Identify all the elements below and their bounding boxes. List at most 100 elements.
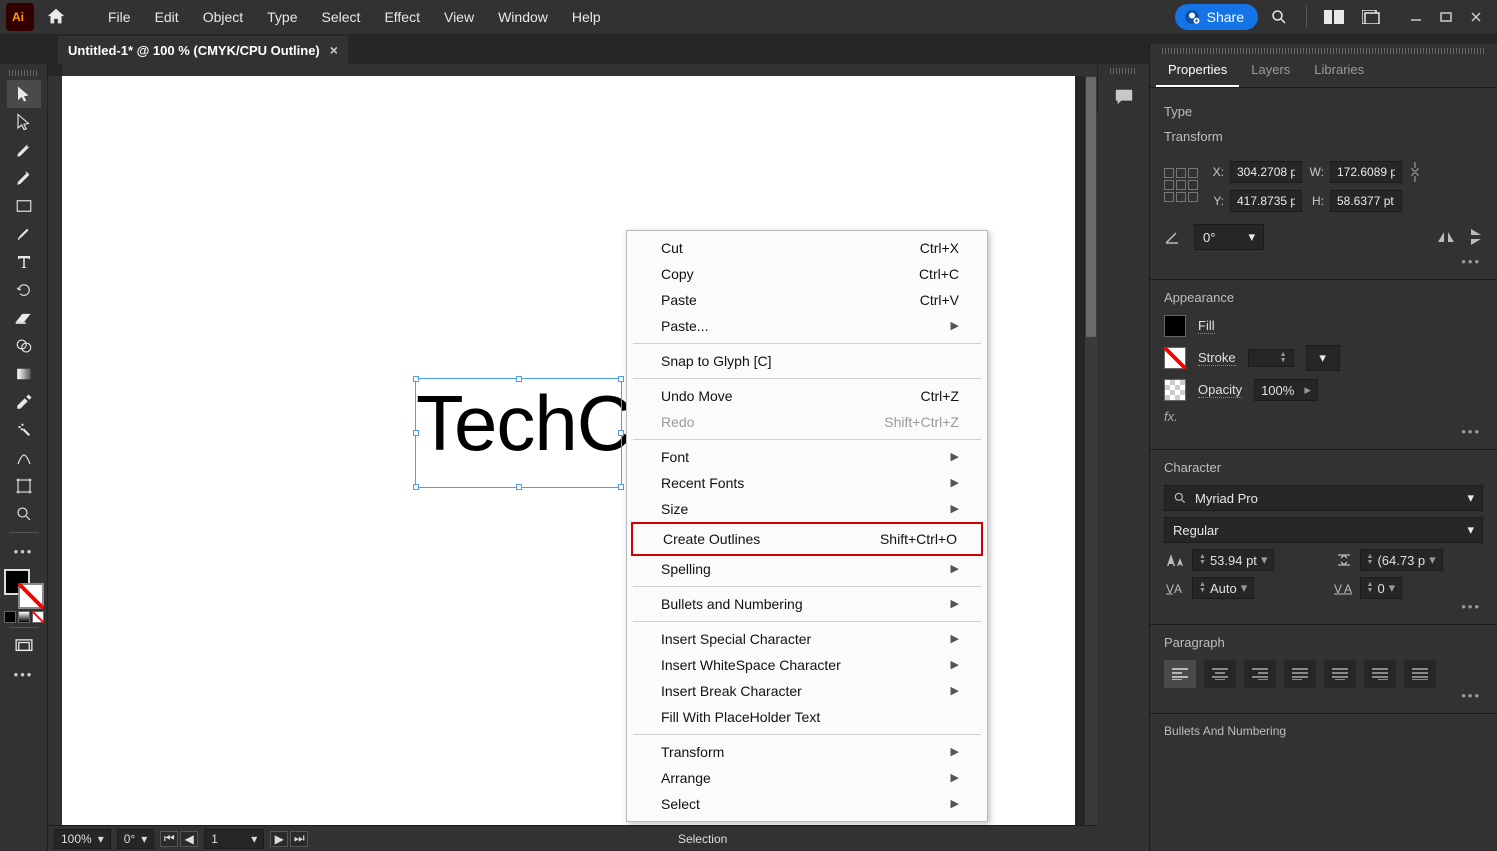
stroke-weight[interactable]: ▲▼ (1248, 349, 1294, 367)
color-mode-gradient[interactable] (18, 611, 30, 623)
menu-type[interactable]: Type (257, 3, 307, 31)
workspace-switcher[interactable] (1355, 2, 1389, 32)
next-artboard[interactable]: ▶ (270, 831, 288, 847)
ctx-arrange[interactable]: Arrange▶ (627, 765, 987, 791)
vertical-scrollbar[interactable] (1085, 76, 1097, 825)
rotate-dropdown[interactable]: 0°▾ (1194, 224, 1264, 250)
window-maximize[interactable] (1431, 7, 1461, 27)
character-flyout[interactable]: ••• (1164, 599, 1483, 614)
prev-artboard[interactable]: ◀ (180, 831, 198, 847)
artboard-tool[interactable] (7, 472, 41, 500)
fill-color-swatch[interactable] (1164, 315, 1186, 337)
align-right[interactable] (1244, 660, 1276, 688)
paintbrush-tool[interactable] (7, 220, 41, 248)
rectangle-tool[interactable] (7, 192, 41, 220)
link-wh-icon[interactable] (1408, 158, 1422, 186)
align-center[interactable] (1204, 660, 1236, 688)
ctx-snap-to-glyph[interactable]: Snap to Glyph [C] (627, 348, 987, 374)
reference-point-grid[interactable] (1164, 168, 1198, 202)
font-style-dropdown[interactable]: Regular▾ (1164, 517, 1483, 543)
h-input[interactable] (1330, 190, 1402, 212)
eyedropper-tool[interactable] (7, 388, 41, 416)
flip-vertical-icon[interactable] (1469, 228, 1483, 246)
tab-libraries[interactable]: Libraries (1302, 54, 1376, 87)
ctx-transform[interactable]: Transform▶ (627, 739, 987, 765)
menu-view[interactable]: View (434, 3, 484, 31)
justify-center[interactable] (1324, 660, 1356, 688)
ctx-bullets-numbering[interactable]: Bullets and Numbering▶ (627, 591, 987, 617)
menu-help[interactable]: Help (562, 3, 611, 31)
y-input[interactable] (1230, 190, 1302, 212)
menu-select[interactable]: Select (312, 3, 371, 31)
close-tab-icon[interactable]: × (330, 42, 338, 58)
arrange-documents-button[interactable] (1317, 2, 1351, 32)
zoom-tool[interactable] (7, 500, 41, 528)
menu-effect[interactable]: Effect (374, 3, 430, 31)
opacity-input[interactable]: 100%▸ (1254, 379, 1318, 401)
fill-stroke-swatch[interactable] (4, 569, 44, 609)
first-artboard[interactable]: ⏮ (160, 831, 178, 847)
stroke-profile[interactable]: ▾ (1306, 345, 1340, 371)
symbol-sprayer-tool[interactable] (7, 416, 41, 444)
paragraph-flyout[interactable]: ••• (1164, 688, 1483, 703)
font-size-input[interactable]: ▲▼53.94 pt▾ (1192, 549, 1274, 571)
appearance-flyout[interactable]: ••• (1164, 424, 1483, 439)
ctx-spelling[interactable]: Spelling▶ (627, 556, 987, 582)
vertical-ruler[interactable] (48, 76, 62, 825)
ctx-paste[interactable]: PasteCtrl+V (627, 287, 987, 313)
window-minimize[interactable] (1401, 7, 1431, 27)
ctx-fill-placeholder[interactable]: Fill With PlaceHolder Text (627, 704, 987, 730)
window-close[interactable] (1461, 7, 1491, 27)
search-button[interactable] (1262, 2, 1296, 32)
leading-input[interactable]: ▲▼(64.73 p▾ (1360, 549, 1443, 571)
color-mode-solid[interactable] (4, 611, 16, 623)
eraser-tool[interactable] (7, 304, 41, 332)
ctx-copy[interactable]: CopyCtrl+C (627, 261, 987, 287)
last-artboard[interactable]: ⏭ (290, 831, 308, 847)
menu-object[interactable]: Object (193, 3, 253, 31)
pen-tool[interactable] (7, 136, 41, 164)
ctx-insert-whitespace[interactable]: Insert WhiteSpace Character▶ (627, 652, 987, 678)
ctx-create-outlines[interactable]: Create OutlinesShift+Ctrl+O (633, 524, 981, 554)
justify-left[interactable] (1284, 660, 1316, 688)
tracking-input[interactable]: ▲▼0▾ (1360, 577, 1403, 599)
rotate-tool[interactable] (7, 276, 41, 304)
rotate-view-field[interactable]: 0°▾ (117, 829, 155, 849)
width-tool[interactable] (7, 444, 41, 472)
ctx-cut[interactable]: CutCtrl+X (627, 235, 987, 261)
tab-layers[interactable]: Layers (1239, 54, 1302, 87)
color-mode-none[interactable] (32, 611, 44, 623)
stroke-color-swatch[interactable] (1164, 347, 1186, 369)
ctx-select[interactable]: Select▶ (627, 791, 987, 817)
ctx-size[interactable]: Size▶ (627, 496, 987, 522)
ctx-font[interactable]: Font▶ (627, 444, 987, 470)
ctx-paste-more[interactable]: Paste...▶ (627, 313, 987, 339)
comments-panel-icon[interactable] (1098, 78, 1150, 116)
ctx-recent-fonts[interactable]: Recent Fonts▶ (627, 470, 987, 496)
gradient-tool[interactable] (7, 360, 41, 388)
curvature-tool[interactable] (7, 164, 41, 192)
screen-mode-tool[interactable] (7, 632, 41, 660)
w-input[interactable] (1330, 161, 1402, 183)
stroke-swatch[interactable] (18, 583, 44, 609)
direct-selection-tool[interactable] (7, 108, 41, 136)
x-input[interactable] (1230, 161, 1302, 183)
zoom-field[interactable]: 100%▾ (54, 829, 111, 849)
shape-builder-tool[interactable] (7, 332, 41, 360)
edit-toolbar[interactable]: ••• (7, 537, 41, 565)
share-button[interactable]: Share (1175, 4, 1258, 30)
fx-icon[interactable]: fx. (1164, 409, 1483, 424)
ctx-insert-special[interactable]: Insert Special Character▶ (627, 626, 987, 652)
artboard-nav-field[interactable]: 1▾ (204, 829, 264, 849)
opacity-swatch[interactable] (1164, 379, 1186, 401)
ctx-insert-break[interactable]: Insert Break Character▶ (627, 678, 987, 704)
scrollbar-thumb[interactable] (1086, 77, 1096, 337)
justify-right[interactable] (1364, 660, 1396, 688)
flip-horizontal-icon[interactable] (1437, 230, 1455, 244)
kerning-input[interactable]: ▲▼Auto▾ (1192, 577, 1254, 599)
transform-flyout[interactable]: ••• (1164, 254, 1483, 269)
selection-tool[interactable] (7, 80, 41, 108)
ctx-undo[interactable]: Undo MoveCtrl+Z (627, 383, 987, 409)
document-tab[interactable]: Untitled-1* @ 100 % (CMYK/CPU Outline) × (58, 36, 348, 64)
home-button[interactable] (38, 0, 74, 34)
